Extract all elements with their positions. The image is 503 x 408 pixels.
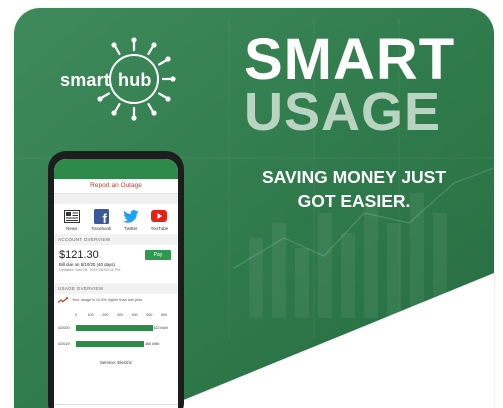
logo-text-smart: smart xyxy=(60,70,111,90)
app-header-bar xyxy=(54,159,178,179)
account-overview: $121.30 Bill due on 5/10/20 (40 days). U… xyxy=(54,245,178,283)
usage-axis-tick: 400 xyxy=(131,313,138,317)
tagline: SAVING MONEY JUST GOT EASIER. xyxy=(239,165,469,213)
social-news-label: News xyxy=(66,226,78,231)
usage-comparison-note: Your usage is 10.8% higher than last yea… xyxy=(72,298,143,302)
usage-overview-header: USAGE OVERVIEW xyxy=(54,283,178,294)
report-outage-link[interactable]: Report an Outage xyxy=(54,179,178,194)
social-twitter[interactable]: Twitter xyxy=(122,208,139,231)
bottom-nav: ⌂▭▤♙⋯ xyxy=(54,404,178,408)
trend-up-icon xyxy=(58,297,68,303)
social-youtube-label: YouTube xyxy=(150,226,169,231)
usage-bar-value: 465 kWh xyxy=(145,342,160,346)
logo-text-hub: hub xyxy=(118,70,152,90)
usage-bar xyxy=(76,341,145,347)
logo-wordmark: smart hub xyxy=(60,70,152,91)
youtube-icon xyxy=(151,208,168,224)
twitter-icon xyxy=(122,208,139,224)
promo-card: smart hub SMART USAGE SAVING MONEY JUST G… xyxy=(14,8,494,408)
usage-axis-tick: 100 xyxy=(87,313,94,317)
smarthub-logo: smart hub xyxy=(44,36,194,126)
usage-axis-tick: 0 xyxy=(75,313,77,317)
phone-mockup: Report an Outage News f Facebook Twitter… xyxy=(48,151,184,408)
headline-smart: SMART xyxy=(244,27,456,92)
svg-text:f: f xyxy=(102,211,107,224)
usage-axis-tick: 200 xyxy=(102,313,109,317)
phone-screen: Report an Outage News f Facebook Twitter… xyxy=(54,159,178,408)
social-twitter-label: Twitter xyxy=(124,226,138,231)
usage-axis-tick: 500 xyxy=(146,313,153,317)
tagline-line-1: SAVING MONEY JUST xyxy=(261,167,447,187)
social-facebook-label: Facebook xyxy=(91,226,112,231)
usage-row-label: 4/2020 xyxy=(58,326,70,330)
tagline-line-2: GOT EASIER. xyxy=(297,191,411,211)
usage-bar-value: 522 kWh xyxy=(153,326,168,330)
account-overview-header: ACCOUNT OVERVIEW xyxy=(54,234,178,245)
news-icon xyxy=(63,208,80,224)
updated-timestamp: Updated: Mar 28, 2020 08:00:04 PM xyxy=(59,268,121,272)
service-label: Service: Electric xyxy=(99,360,133,365)
usage-overview: Your usage is 10.8% higher than last yea… xyxy=(54,294,178,378)
social-links: News f Facebook Twitter YouTube xyxy=(54,204,178,234)
social-facebook[interactable]: f Facebook xyxy=(91,208,111,231)
headline-usage: USAGE xyxy=(244,82,442,142)
usage-row-label: 4/2019 xyxy=(58,342,70,346)
usage-axis-tick: 600 xyxy=(161,313,167,317)
usage-bar xyxy=(76,325,153,331)
social-youtube[interactable]: YouTube xyxy=(150,208,168,231)
usage-axis: 0 100 200 300 400 500 600 xyxy=(75,313,170,321)
bill-due-text: Bill due on 5/10/20 (40 days). xyxy=(59,262,117,267)
usage-axis-tick: 300 xyxy=(117,313,123,317)
facebook-icon: f xyxy=(93,208,109,224)
pay-button[interactable]: Pay xyxy=(145,250,171,260)
social-news[interactable]: News xyxy=(63,208,80,231)
